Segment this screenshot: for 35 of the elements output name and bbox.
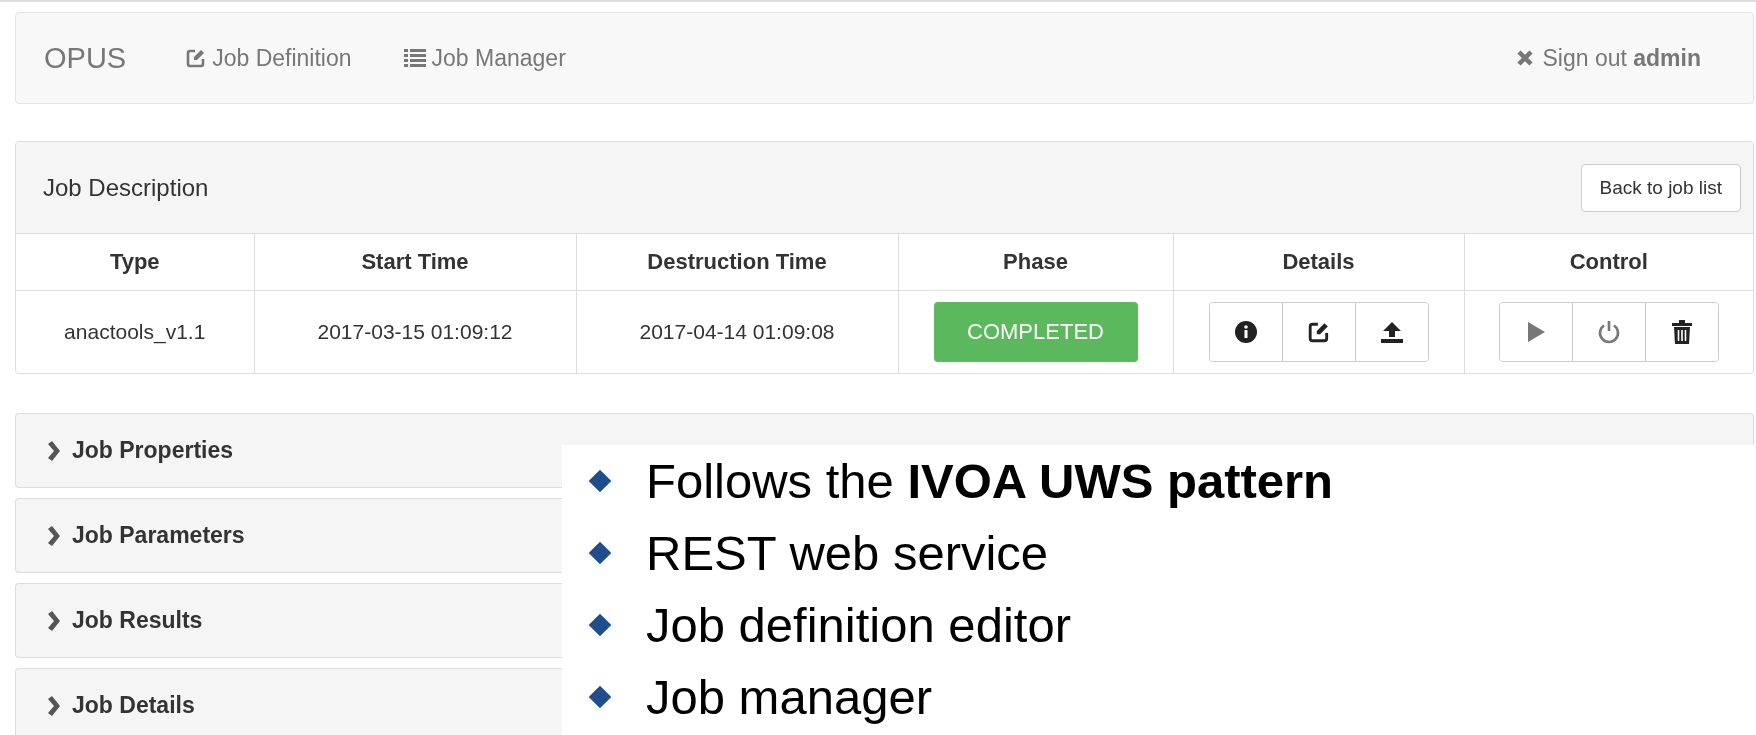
trash-icon — [1670, 319, 1693, 345]
table-cell: 2017-04-14 01:09:08 — [576, 290, 898, 373]
column-header: Details — [1173, 234, 1464, 291]
close-icon — [1516, 49, 1535, 67]
bullet-text: Follows the IVOA UWS pattern — [646, 453, 1334, 509]
sign-out-link[interactable]: Sign out admin — [1516, 44, 1701, 72]
column-header: Control — [1464, 234, 1753, 291]
bullet-text: Job manager — [646, 669, 932, 725]
play-icon — [1525, 321, 1546, 343]
column-header: Destruction Time — [576, 234, 898, 291]
info-icon — [1234, 321, 1257, 343]
table-cell: 2017-03-15 01:09:12 — [254, 290, 576, 373]
upload-button[interactable] — [1354, 303, 1428, 361]
upload-icon — [1379, 320, 1404, 344]
edit-icon — [186, 48, 207, 68]
back-button[interactable]: Back to job list — [1580, 163, 1741, 212]
bullet-text: Job definition editor — [646, 597, 1071, 653]
table-cell: anactools_v1.1 — [16, 290, 254, 373]
power-icon — [1596, 320, 1621, 344]
accordion-header[interactable]: Job Properties — [15, 413, 562, 488]
panel-title: Job Description — [43, 173, 209, 202]
accordion-header[interactable]: Job Details — [15, 668, 562, 735]
accordion-header[interactable]: Job Parameters — [15, 498, 562, 573]
column-header: Phase — [898, 234, 1173, 291]
list-icon — [403, 48, 426, 68]
nav-link[interactable]: Job Definition — [186, 44, 352, 72]
nav-link[interactable]: Job Manager — [403, 44, 566, 72]
edit-icon — [1307, 321, 1330, 343]
accordion-header[interactable]: Job Results — [15, 583, 562, 658]
delete-button[interactable] — [1644, 303, 1718, 361]
brand-logo[interactable]: OPUS — [44, 41, 127, 75]
phase-badge: COMPLETED — [933, 302, 1138, 362]
column-header: Type — [16, 234, 254, 291]
bullet-text: REST web service — [646, 525, 1049, 581]
column-header: Start Time — [254, 234, 576, 291]
